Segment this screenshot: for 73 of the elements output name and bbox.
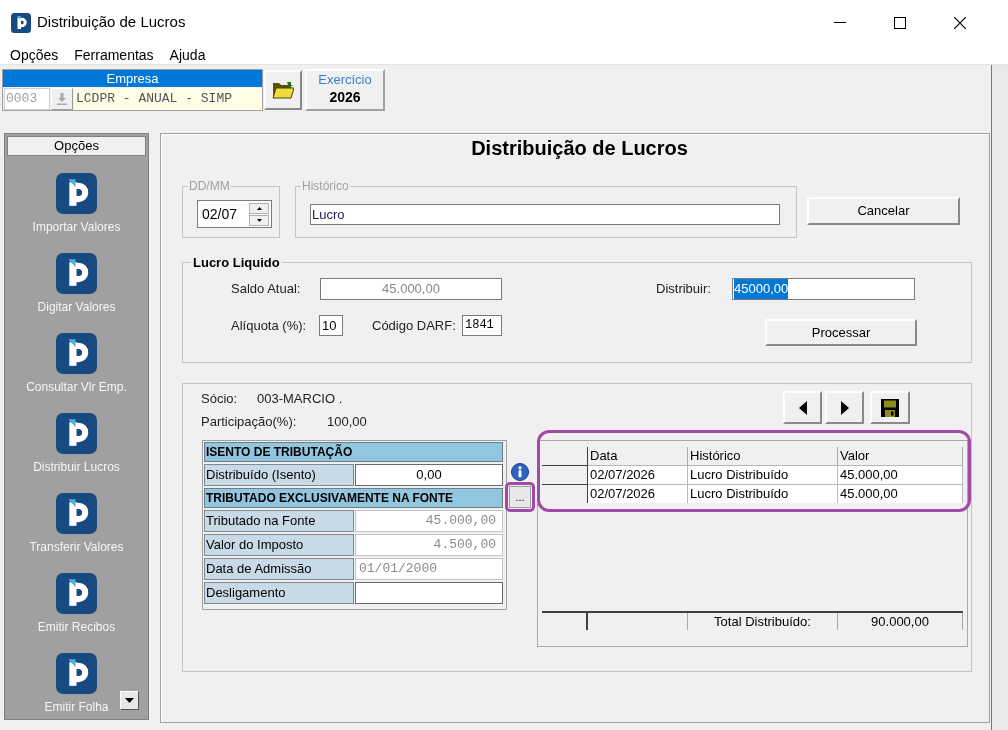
value-field[interactable]: 0,00 (355, 464, 503, 486)
down-triangle-icon (125, 698, 134, 703)
darf-code-field[interactable]: 1841 (462, 315, 502, 336)
app-logo-icon (56, 493, 97, 534)
menu-item[interactable]: Opções (2, 44, 67, 65)
year-label: Exercício (318, 71, 372, 88)
minimize-icon (834, 22, 846, 23)
field-label: Alíquota (%): (231, 317, 308, 335)
share-value: 100,00 (327, 413, 367, 432)
table-cell: 45.000,00 (838, 465, 963, 484)
save-button[interactable] (870, 391, 910, 424)
total-value: 90.000,00 (838, 613, 963, 630)
up-arrow-icon (256, 206, 262, 210)
field-label: Distribuir: (656, 280, 712, 299)
table-cell: 02/07/2026 (588, 465, 688, 484)
app-logo-icon (56, 573, 97, 614)
open-folder-button[interactable] (264, 70, 302, 110)
field-label: Tributado na Fonte (204, 510, 354, 532)
field-label: Código DARF: (372, 317, 457, 335)
previous-button[interactable] (783, 391, 822, 424)
partner-name: 003-MARCIO . (257, 390, 343, 409)
section-header: TRIBUTADO EXCLUSIVAMENTE NA FONTE (204, 488, 503, 508)
group-label: DD/MM (188, 179, 231, 193)
table-cell: Lucro Distribuído (688, 484, 838, 503)
app-logo-icon (56, 653, 97, 694)
info-icon[interactable] (511, 463, 529, 481)
left-triangle-icon (798, 400, 807, 415)
field-label: Data de Admissão (204, 558, 354, 580)
table-cell: 45.000,00 (838, 484, 963, 503)
app-logo-icon (11, 12, 31, 33)
table-cell: 02/07/2026 (588, 484, 688, 503)
rate-field[interactable]: 10 (319, 315, 343, 336)
close-icon (954, 16, 966, 29)
process-button[interactable]: Processar (765, 319, 917, 346)
value-field[interactable] (355, 582, 503, 604)
field-label: Participação(%): (201, 413, 298, 432)
scroll-down-button[interactable] (120, 691, 139, 710)
company-name-field[interactable]: LCDPR - ANUAL - SIMP (74, 88, 262, 110)
spin-up-button[interactable] (249, 202, 269, 214)
section-header: ISENTO DE TRIBUTAÇÃO (204, 442, 503, 462)
down-arrow-icon (256, 218, 262, 222)
maximize-icon (894, 16, 906, 29)
group-header-button[interactable]: Opções (7, 136, 146, 156)
menu-item[interactable]: Ferramentas (66, 44, 162, 65)
app-logo-icon (56, 413, 97, 454)
group-label: Lucro Liquido (192, 255, 281, 270)
field-label: Saldo Atual: (231, 280, 302, 299)
group-label: Histórico (301, 179, 350, 193)
app-logo-icon (56, 333, 97, 374)
total-label: Total Distribuído: (688, 613, 838, 630)
year-value: 2026 (329, 88, 361, 106)
cancel-button[interactable]: Cancelar (807, 197, 960, 225)
form-title: Distribuição de Lucros (471, 136, 688, 160)
date-field[interactable]: 02/07 (197, 200, 272, 228)
app-logo-icon (56, 173, 97, 214)
spin-down-button[interactable] (249, 214, 269, 226)
next-button[interactable] (825, 391, 864, 424)
down-arrow-icon (57, 93, 67, 105)
folder-icon (272, 81, 294, 99)
field-label: Sócio: (201, 390, 239, 409)
distribute-field[interactable]: 45000,00 (732, 278, 915, 300)
field-label: Valor do Imposto (204, 534, 354, 556)
panel-header: Empresa (3, 70, 262, 87)
field-label: Distribuído (Isento) (204, 464, 354, 486)
menu-item[interactable]: Ajuda (161, 44, 214, 65)
field-label: Desligamento (204, 582, 354, 604)
history-field[interactable]: Lucro (310, 204, 780, 225)
table-cell: Lucro Distribuído (688, 465, 838, 484)
right-triangle-icon (840, 400, 849, 415)
details-button[interactable]: ... (509, 486, 531, 508)
app-logo-icon (56, 253, 97, 294)
window-title: Distribuição de Lucros (37, 12, 186, 33)
dropdown-button[interactable] (51, 88, 73, 110)
